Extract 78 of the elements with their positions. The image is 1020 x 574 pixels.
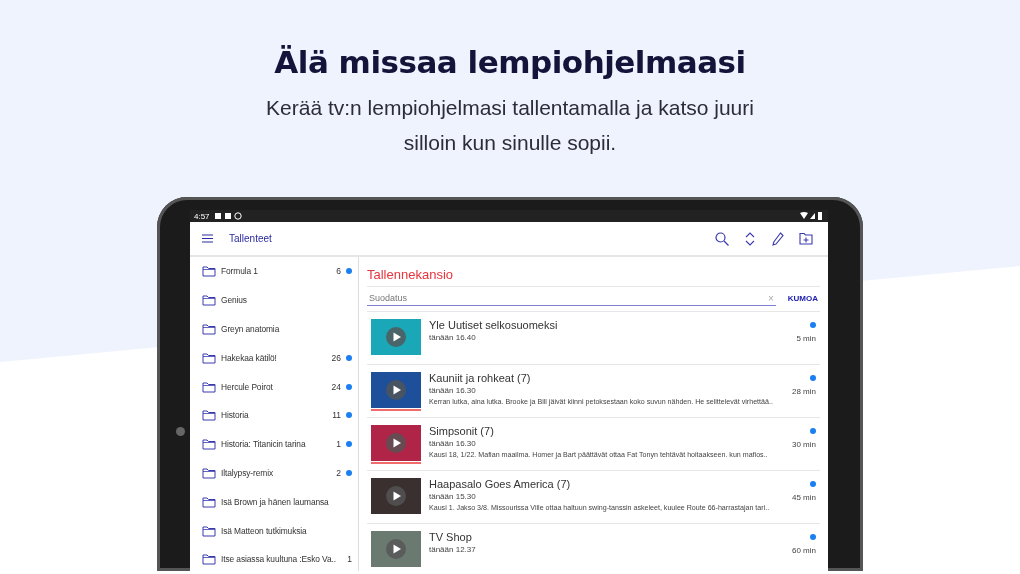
folder-item[interactable]: Greyn anatomia — [190, 314, 358, 344]
folder-item[interactable]: Hercule Poirot 24 — [190, 372, 358, 401]
folder-item[interactable]: Itse asiassa kuultuna :Esko Va.. 1 — [190, 544, 358, 571]
recording-title[interactable]: Kauniit ja rohkeat (7) — [429, 372, 784, 384]
recording-count: 2 — [336, 467, 341, 478]
recording-count: 11 — [332, 410, 341, 421]
recording-time: tänään 16.30 — [429, 439, 477, 448]
recording-title[interactable]: Haapasalo Goes America (7) — [429, 478, 784, 490]
folder-item[interactable]: Isä Matteon tutkimuksia — [190, 516, 358, 545]
battery-signal-icons — [800, 212, 824, 220]
folder-icon — [202, 438, 216, 451]
folder-name: Isä Brown ja hänen laumansa — [221, 496, 329, 507]
camera-dot — [176, 427, 185, 436]
folder-name: Isä Matteon tutkimuksia — [221, 525, 307, 536]
recording-time: tänään 12.37 — [429, 545, 477, 554]
video-thumbnail[interactable] — [371, 425, 421, 461]
folder-icon — [202, 553, 216, 566]
app-title: Tallenteet — [229, 233, 273, 244]
search-icon[interactable] — [715, 231, 729, 246]
folder-icon — [202, 351, 216, 364]
play-icon[interactable] — [386, 539, 406, 559]
recording-title[interactable]: Yle Uutiset selkosuomeksi — [429, 319, 789, 331]
folder-icon — [202, 495, 216, 508]
folder-name: Iltalypsy-remix — [221, 467, 273, 478]
folder-name: Itse asiassa kuultuna :Esko Va.. — [221, 554, 336, 565]
recording-count: 26 — [331, 352, 341, 363]
video-thumbnail[interactable] — [371, 319, 421, 355]
recording-duration: 5 min — [796, 334, 816, 343]
play-icon[interactable] — [386, 327, 406, 347]
subtitle: Kerää tv:n lempiohjelmasi tallentamalla ja katso juuri silloin kun sinulle sopii. — [265, 95, 755, 156]
recording-time: tänään 16.40 — [429, 333, 477, 342]
folder-item[interactable]: Isä Brown ja hänen laumansa — [190, 487, 358, 517]
recording-duration: 30 min — [792, 440, 816, 449]
folder-name: Greyn anatomia — [221, 324, 280, 334]
folder-icon — [202, 323, 216, 335]
recording-count: 1 — [347, 554, 352, 565]
recording-duration: 60 min — [792, 546, 816, 555]
recording-title[interactable]: TV Shop — [429, 531, 784, 543]
folder-icon — [202, 524, 216, 537]
folder-name: Hercule Poirot — [221, 381, 273, 392]
folder-item[interactable]: Genius — [190, 285, 358, 315]
folder-icon — [202, 265, 216, 278]
menu-icon[interactable] — [202, 234, 213, 243]
video-thumbnail[interactable] — [371, 372, 421, 408]
recording-count: 24 — [331, 381, 341, 392]
recording-count: 6 — [336, 266, 341, 277]
folder-title: Tallennekansio — [367, 257, 820, 287]
folder-item[interactable]: Historia: Titanicin tarina 1 — [190, 429, 358, 459]
recording-time: tänään 16.30 — [429, 386, 477, 395]
cancel-button[interactable]: KUMOA — [785, 292, 820, 305]
folder-icon — [202, 380, 216, 393]
recording-title[interactable]: Simpsonit (7) — [429, 425, 784, 437]
folder-icon — [202, 294, 216, 307]
folder-item[interactable]: Historia 11 — [190, 401, 358, 430]
folder-item[interactable]: Iltalypsy-remix 2 — [190, 458, 358, 488]
folder-name: Historia: Titanicin tarina — [221, 439, 306, 450]
recording-duration: 45 min — [792, 493, 816, 502]
folder-icon — [202, 409, 216, 422]
folder-icon — [202, 466, 216, 479]
folder-name: Hakekaa kätilö! — [221, 352, 277, 363]
add-folder-icon[interactable] — [799, 232, 813, 245]
folder-item[interactable]: Formula 1 6 — [190, 257, 358, 286]
play-icon[interactable] — [386, 380, 406, 400]
folder-name: Historia — [221, 410, 249, 421]
play-icon[interactable] — [386, 486, 406, 506]
play-icon[interactable] — [386, 433, 406, 453]
pencil-icon[interactable] — [772, 231, 784, 246]
recording-count: 1 — [336, 439, 341, 450]
sort-icon[interactable] — [745, 231, 755, 246]
folder-name: Genius — [221, 295, 247, 306]
recording-time: tänään 15.30 — [429, 492, 477, 501]
video-thumbnail[interactable] — [371, 531, 421, 567]
headline: Älä missaa lempiohjelmaasi — [274, 44, 746, 80]
recording-duration: 28 min — [792, 387, 816, 396]
folder-name: Formula 1 — [221, 266, 258, 277]
folder-item[interactable]: Hakekaa kätilö! 26 — [190, 343, 358, 373]
video-thumbnail[interactable] — [371, 478, 421, 514]
status-time: 4:57 — [194, 211, 210, 221]
